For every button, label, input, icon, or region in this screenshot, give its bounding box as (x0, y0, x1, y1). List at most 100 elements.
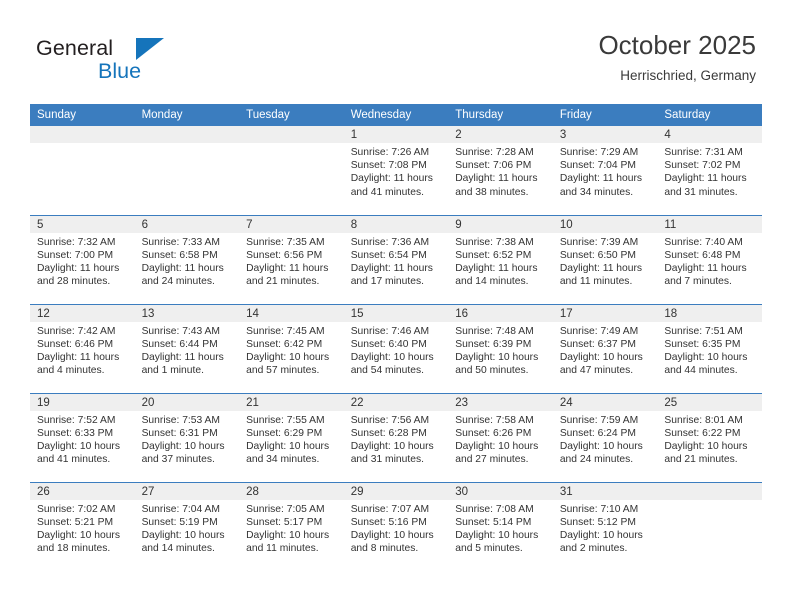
daylight-text-line2: and 5 minutes. (455, 543, 523, 555)
calendar-day-cell[interactable]: 20 Sunrise: 7:53 AM Sunset: 6:31 PM Dayligh… (134, 392, 240, 482)
daylight-text-line2: and 41 minutes. (37, 454, 111, 466)
daylight-text-line2: and 8 minutes. (350, 543, 419, 555)
day-number: 19 (30, 393, 135, 411)
daylight-text-line1: Daylight: 10 hours (246, 440, 330, 452)
daylight-text-line2: and 34 minutes. (559, 186, 634, 198)
page-header: General Blue October 2025 Herrischried, … (0, 0, 792, 104)
sunrise-text: Sunrise: 7:04 AM (141, 503, 220, 515)
daylight-text-line2: and 7 minutes. (664, 276, 732, 288)
daylight-text-line1: Daylight: 10 hours (664, 351, 748, 363)
sunrise-text: Sunrise: 7:51 AM (664, 325, 743, 337)
logo-text-blue: Blue (98, 59, 142, 83)
daylight-text-line1: Daylight: 10 hours (455, 440, 539, 452)
day-number: 20 (134, 393, 240, 411)
calendar-day-cell[interactable]: 4 Sunrise: 7:31 AM Sunset: 7:02 PM Daylight… (657, 126, 762, 215)
sunset-text: Sunset: 6:50 PM (559, 249, 636, 261)
calendar-day-cell[interactable]: 17 Sunrise: 7:49 AM Sunset: 6:37 PM Dayligh… (552, 303, 658, 393)
logo-text-general: General (36, 36, 114, 60)
day-number: 25 (657, 393, 762, 411)
sunset-text: Sunset: 6:28 PM (350, 427, 427, 439)
calendar-day-cell[interactable]: 16 Sunrise: 7:48 AM Sunset: 6:39 PM Dayligh… (448, 303, 553, 393)
day-number: 28 (239, 482, 344, 500)
sunrise-text: Sunrise: 7:08 AM (455, 503, 534, 515)
day-number: 1 (343, 126, 449, 143)
calendar-day-cell[interactable]: 12 Sunrise: 7:42 AM Sunset: 6:46 PM Dayligh… (30, 303, 135, 393)
calendar-day-cell[interactable]: 8 Sunrise: 7:36 AM Sunset: 6:54 PM Daylight… (343, 214, 449, 304)
calendar-day-cell[interactable]: 10 Sunrise: 7:39 AM Sunset: 6:50 PM Dayligh… (552, 214, 658, 304)
calendar-day-cell[interactable]: 19 Sunrise: 7:52 AM Sunset: 6:33 PM Dayligh… (30, 392, 135, 482)
weekday-header-saturday: Saturday (657, 104, 762, 126)
calendar-day-cell[interactable]: 27 Sunrise: 7:04 AM Sunset: 5:19 PM Dayligh… (134, 481, 240, 571)
logo-triangle-icon (136, 38, 164, 60)
sunset-text: Sunset: 6:44 PM (141, 338, 218, 350)
sunset-text: Sunset: 6:22 PM (664, 427, 741, 439)
weekday-header-tuesday: Tuesday (239, 104, 344, 126)
day-details: Sunrise: 7:40 AM Sunset: 6:48 PM Daylight:… (657, 233, 762, 289)
day-details: Sunrise: 7:51 AM Sunset: 6:35 PM Daylight:… (657, 322, 762, 378)
calendar-day-cell[interactable]: 14 Sunrise: 7:45 AM Sunset: 6:42 PM Dayligh… (239, 303, 344, 393)
daylight-text-line1: Daylight: 10 hours (141, 440, 225, 452)
calendar-day-cell-empty (657, 481, 762, 571)
sunset-text: Sunset: 5:19 PM (141, 516, 218, 528)
calendar-day-cell[interactable]: 26 Sunrise: 7:02 AM Sunset: 5:21 PM Dayligh… (30, 481, 135, 571)
sunrise-text: Sunrise: 7:43 AM (141, 325, 220, 337)
daylight-text-line2: and 1 minute. (141, 365, 204, 377)
day-details: Sunrise: 7:04 AM Sunset: 5:19 PM Daylight:… (135, 500, 240, 556)
generalblue-logo[interactable]: General Blue (36, 36, 216, 88)
daylight-text-line2: and 2 minutes. (559, 543, 628, 555)
day-number (239, 126, 344, 143)
sunset-text: Sunset: 6:37 PM (559, 338, 636, 350)
weekday-header-monday: Monday (134, 104, 240, 126)
daylight-text-line1: Daylight: 11 hours (37, 262, 120, 274)
calendar-day-cell[interactable]: 9 Sunrise: 7:38 AM Sunset: 6:52 PM Daylight… (448, 214, 553, 304)
day-details: Sunrise: 7:29 AM Sunset: 7:04 PM Daylight:… (553, 143, 658, 199)
day-details: Sunrise: 7:39 AM Sunset: 6:50 PM Daylight:… (553, 233, 658, 289)
calendar-day-cell[interactable]: 29 Sunrise: 7:07 AM Sunset: 5:16 PM Dayligh… (343, 481, 449, 571)
day-details: Sunrise: 7:45 AM Sunset: 6:42 PM Daylight:… (239, 322, 344, 378)
sunrise-text: Sunrise: 7:05 AM (246, 503, 325, 515)
day-number: 11 (657, 215, 762, 233)
day-details: Sunrise: 7:10 AM Sunset: 5:12 PM Daylight:… (553, 500, 658, 556)
daylight-text-line2: and 41 minutes. (350, 186, 424, 198)
day-details: Sunrise: 7:59 AM Sunset: 6:24 PM Daylight:… (553, 411, 658, 467)
sunrise-text: Sunrise: 7:59 AM (559, 414, 639, 426)
sunset-text: Sunset: 6:26 PM (455, 427, 532, 439)
day-details: Sunrise: 7:38 AM Sunset: 6:52 PM Daylight:… (448, 233, 553, 289)
calendar-day-cell[interactable]: 3 Sunrise: 7:29 AM Sunset: 7:04 PM Daylight… (552, 126, 658, 215)
day-number: 15 (343, 304, 449, 322)
calendar-day-cell[interactable]: 22 Sunrise: 7:56 AM Sunset: 6:28 PM Dayligh… (343, 392, 449, 482)
sunrise-text: Sunrise: 7:40 AM (664, 236, 743, 248)
day-number (30, 126, 135, 143)
day-details: Sunrise: 7:07 AM Sunset: 5:16 PM Daylight:… (344, 500, 449, 556)
sunrise-text: Sunrise: 7:33 AM (141, 236, 220, 248)
day-number: 8 (343, 215, 449, 233)
day-details: Sunrise: 7:46 AM Sunset: 6:40 PM Daylight:… (344, 322, 449, 378)
calendar-day-cell[interactable]: 28 Sunrise: 7:05 AM Sunset: 5:17 PM Dayligh… (239, 481, 344, 571)
sunset-text: Sunset: 5:12 PM (559, 516, 636, 528)
calendar-day-cell[interactable]: 7 Sunrise: 7:35 AM Sunset: 6:56 PM Daylight… (239, 214, 344, 304)
calendar-day-cell[interactable]: 21 Sunrise: 7:55 AM Sunset: 6:29 PM Dayligh… (239, 392, 344, 482)
daylight-text-line1: Daylight: 11 hours (664, 173, 747, 185)
page-subtitle: Herrischried, Germany (620, 68, 756, 83)
sunset-text: Sunset: 7:08 PM (350, 160, 427, 172)
calendar-day-cell[interactable]: 13 Sunrise: 7:43 AM Sunset: 6:44 PM Dayligh… (134, 303, 240, 393)
calendar-day-cell[interactable]: 23 Sunrise: 7:58 AM Sunset: 6:26 PM Dayligh… (448, 392, 553, 482)
calendar-day-cell[interactable]: 24 Sunrise: 7:59 AM Sunset: 6:24 PM Dayligh… (552, 392, 658, 482)
calendar-day-cell[interactable]: 31 Sunrise: 7:10 AM Sunset: 5:12 PM Dayligh… (552, 481, 658, 571)
calendar-day-cell[interactable]: 18 Sunrise: 7:51 AM Sunset: 6:35 PM Dayligh… (657, 303, 762, 393)
daylight-text-line1: Daylight: 11 hours (141, 351, 224, 363)
calendar-day-cell[interactable]: 30 Sunrise: 7:08 AM Sunset: 5:14 PM Dayligh… (448, 481, 553, 571)
calendar-day-cell[interactable]: 6 Sunrise: 7:33 AM Sunset: 6:58 PM Daylight… (134, 214, 240, 304)
daylight-text-line1: Daylight: 11 hours (559, 262, 643, 274)
calendar-day-cell[interactable]: 1 Sunrise: 7:26 AM Sunset: 7:08 PM Daylight… (343, 126, 449, 215)
calendar-page: General Blue October 2025 Herrischried, … (0, 0, 792, 612)
calendar-day-cell[interactable]: 5 Sunrise: 7:32 AM Sunset: 7:00 PM Daylight… (30, 214, 135, 304)
calendar-day-cell[interactable]: 11 Sunrise: 7:40 AM Sunset: 6:48 PM Dayligh… (657, 214, 762, 304)
calendar-day-cell[interactable]: 25 Sunrise: 8:01 AM Sunset: 6:22 PM Dayligh… (657, 392, 762, 482)
day-number: 18 (657, 304, 762, 322)
calendar-day-cell[interactable]: 15 Sunrise: 7:46 AM Sunset: 6:40 PM Dayligh… (343, 303, 449, 393)
calendar-day-cell[interactable]: 2 Sunrise: 7:28 AM Sunset: 7:06 PM Daylight… (448, 126, 553, 215)
daylight-text-line1: Daylight: 10 hours (350, 440, 434, 452)
day-details: Sunrise: 7:02 AM Sunset: 5:21 PM Daylight:… (30, 500, 135, 556)
sunset-text: Sunset: 6:56 PM (246, 249, 323, 261)
